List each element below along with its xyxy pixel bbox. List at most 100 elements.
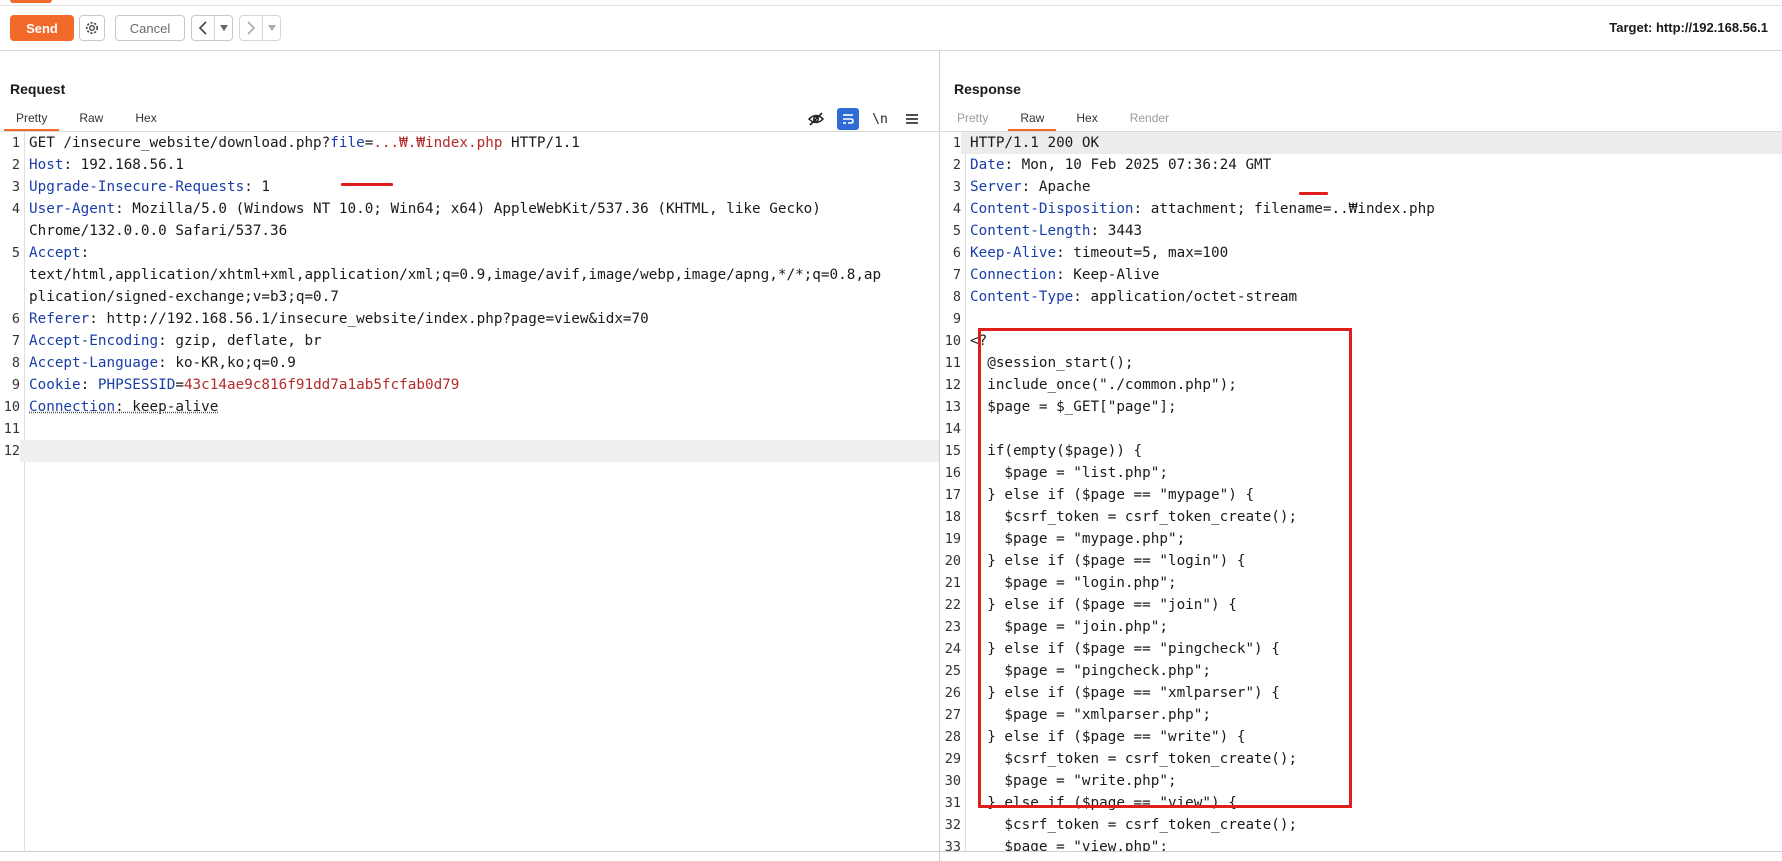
back-button[interactable] bbox=[192, 16, 214, 40]
code-token: HTTP/1.1 200 OK bbox=[970, 135, 1100, 151]
request-line[interactable]: text/html,application/xhtml+xml,applicat… bbox=[0, 264, 939, 286]
top-accent-bar bbox=[10, 0, 52, 3]
response-line[interactable]: 9 bbox=[941, 308, 1782, 330]
line-code: plication/signed-exchange;v=b3;q=0.7 bbox=[20, 286, 339, 308]
request-title: Request bbox=[10, 81, 66, 97]
code-token: text/html,application/xhtml+xml,applicat… bbox=[29, 267, 882, 283]
code-token: Content-Disposition bbox=[970, 201, 1134, 217]
response-line[interactable]: 1 HTTP/1.1 200 OK bbox=[941, 132, 1782, 154]
target-label[interactable]: Target: http://192.168.56.1 bbox=[1609, 20, 1768, 35]
response-tab-hex[interactable]: Hex bbox=[1060, 107, 1113, 131]
request-line[interactable]: 1 GET /insecure_website/download.php?file… bbox=[0, 132, 939, 154]
request-tab-hex[interactable]: Hex bbox=[119, 107, 172, 131]
line-number: 25 bbox=[944, 663, 961, 679]
send-button[interactable]: Send bbox=[10, 15, 74, 41]
line-number: 10 bbox=[944, 333, 961, 349]
bottom-divider bbox=[0, 851, 1782, 852]
back-history-dropdown[interactable] bbox=[214, 16, 232, 40]
line-code: Connection: keep-alive bbox=[20, 396, 218, 418]
editor-menu-button[interactable] bbox=[901, 108, 923, 130]
response-line[interactable]: 2 Date: Mon, 10 Feb 2025 07:36:24 GMT bbox=[941, 154, 1782, 176]
line-code: Keep-Alive: timeout=5, max=100 bbox=[961, 242, 1228, 264]
response-title: Response bbox=[954, 81, 1021, 97]
line-code: Upgrade-Insecure-Requests: 1 bbox=[20, 176, 270, 198]
line-code: Referer: http://192.168.56.1/insecure_we… bbox=[20, 308, 649, 330]
request-tab-raw[interactable]: Raw bbox=[63, 107, 119, 131]
response-tab-render[interactable]: Render bbox=[1114, 107, 1185, 131]
response-line[interactable]: 32 $csrf_token = csrf_token_create(); bbox=[941, 814, 1782, 836]
request-line[interactable]: 10 Connection: keep-alive bbox=[0, 396, 939, 418]
response-line[interactable]: 33 $page = "view.php"; bbox=[941, 836, 1782, 851]
response-annotation-underline bbox=[1299, 192, 1328, 195]
request-tab-pretty[interactable]: Pretty bbox=[0, 107, 63, 131]
code-token: Chrome/132.0.0.0 Safari/537.36 bbox=[29, 223, 288, 239]
line-number: 17 bbox=[944, 487, 961, 503]
request-line[interactable]: plication/signed-exchange;v=b3;q=0.7 bbox=[0, 286, 939, 308]
code-token: Referer bbox=[29, 311, 90, 327]
line-code: Chrome/132.0.0.0 Safari/537.36 bbox=[20, 220, 287, 242]
code-token: = bbox=[175, 377, 184, 393]
response-line[interactable]: 4 Content-Disposition: attachment; filena… bbox=[941, 198, 1782, 220]
line-code: HTTP/1.1 200 OK bbox=[961, 132, 1099, 154]
response-line[interactable]: 6 Keep-Alive: timeout=5, max=100 bbox=[941, 242, 1782, 264]
forward-button[interactable] bbox=[240, 16, 262, 40]
line-number: 27 bbox=[944, 707, 961, 723]
request-line[interactable]: 7 Accept-Encoding: gzip, deflate, br bbox=[0, 330, 939, 352]
code-token: : keep-alive bbox=[115, 399, 219, 415]
request-annotation-underline bbox=[341, 183, 393, 186]
code-token: Accept bbox=[29, 245, 81, 261]
line-number: 1 bbox=[941, 132, 961, 154]
request-line[interactable]: 5 Accept: bbox=[0, 242, 939, 264]
gear-icon bbox=[86, 22, 98, 34]
line-code: Content-Disposition: attachment; filenam… bbox=[961, 198, 1435, 220]
response-line[interactable]: 7 Connection: Keep-Alive bbox=[941, 264, 1782, 286]
line-number: 23 bbox=[944, 619, 961, 635]
code-token: : 1 bbox=[244, 179, 271, 195]
line-number: 19 bbox=[944, 531, 961, 547]
line-number: 3 bbox=[11, 179, 20, 195]
code-token: Cookie bbox=[29, 377, 81, 393]
wrap-icon bbox=[843, 114, 854, 124]
response-line[interactable]: 8 Content-Type: application/octet-stream bbox=[941, 286, 1782, 308]
line-number: 7 bbox=[11, 333, 20, 349]
code-token: Date bbox=[970, 157, 1005, 173]
newline-toggle-button[interactable]: \n bbox=[869, 108, 891, 130]
request-editor-tools: \n bbox=[805, 107, 923, 131]
line-code: Server: Apache bbox=[961, 176, 1091, 198]
code-token: GET /insecure_website/download.php? bbox=[29, 135, 331, 151]
request-line[interactable]: 9 Cookie: PHPSESSID=43c14ae9c816f91dd7a1a… bbox=[0, 374, 939, 396]
request-line[interactable]: 4 User-Agent: Mozilla/5.0 (Windows NT 10.… bbox=[0, 198, 939, 220]
request-line[interactable]: 12 bbox=[0, 440, 939, 462]
line-code: Content-Type: application/octet-stream bbox=[961, 286, 1297, 308]
line-number: 24 bbox=[944, 641, 961, 657]
line-code: User-Agent: Mozilla/5.0 (Windows NT 10.0… bbox=[20, 198, 821, 220]
cancel-button[interactable]: Cancel bbox=[115, 15, 185, 41]
line-number: 3 bbox=[952, 179, 961, 195]
code-token: : Keep-Alive bbox=[1056, 267, 1160, 283]
response-line[interactable]: 5 Content-Length: 3443 bbox=[941, 220, 1782, 242]
line-code: Cookie: PHPSESSID=43c14ae9c816f91dd7a1ab… bbox=[20, 374, 459, 396]
code-token: : gzip, deflate, br bbox=[158, 333, 322, 349]
request-line[interactable]: 8 Accept-Language: ko-KR,ko;q=0.9 bbox=[0, 352, 939, 374]
request-line[interactable]: 2 Host: 192.168.56.1 bbox=[0, 154, 939, 176]
response-tab-raw[interactable]: Raw bbox=[1004, 107, 1060, 131]
response-pane: Response Pretty Raw Hex Render 1 HTTP/1.1… bbox=[941, 51, 1782, 861]
line-number: 6 bbox=[952, 245, 961, 261]
request-line[interactable]: 6 Referer: http://192.168.56.1/insecure_w… bbox=[0, 308, 939, 330]
response-line[interactable]: 3 Server: Apache bbox=[941, 176, 1782, 198]
forward-history-dropdown[interactable] bbox=[262, 16, 280, 40]
line-number: 12 bbox=[0, 440, 20, 462]
hide-nonprinting-button[interactable] bbox=[805, 108, 827, 130]
request-editor[interactable]: 1 GET /insecure_website/download.php?file… bbox=[0, 132, 939, 851]
settings-button[interactable] bbox=[79, 15, 105, 41]
wrap-lines-button[interactable] bbox=[837, 108, 859, 130]
code-token: Upgrade-Insecure-Requests bbox=[29, 179, 245, 195]
code-token: Host bbox=[29, 157, 64, 173]
request-line[interactable]: Chrome/132.0.0.0 Safari/537.36 bbox=[0, 220, 939, 242]
code-token: : timeout=5, max=100 bbox=[1056, 245, 1229, 261]
request-line[interactable]: 11 bbox=[0, 418, 939, 440]
response-tab-pretty[interactable]: Pretty bbox=[941, 107, 1004, 131]
code-token: Keep-Alive bbox=[970, 245, 1057, 261]
request-line[interactable]: 3 Upgrade-Insecure-Requests: 1 bbox=[0, 176, 939, 198]
